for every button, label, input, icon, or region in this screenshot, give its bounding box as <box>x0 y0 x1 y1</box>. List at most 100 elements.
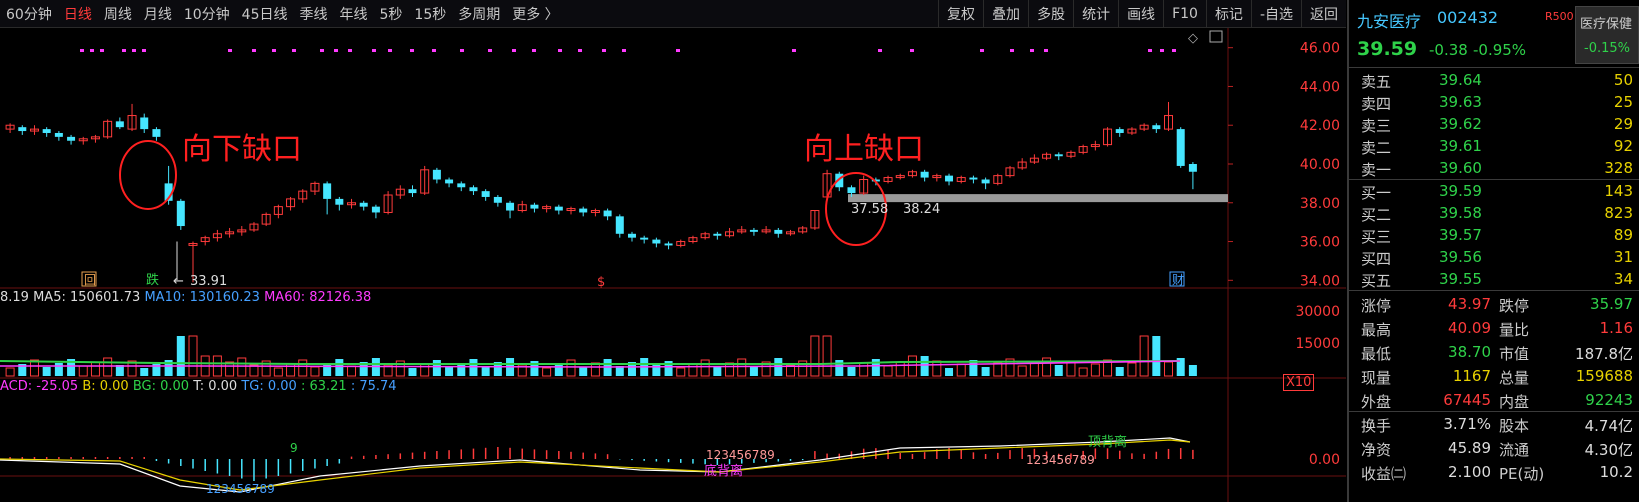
stat-value: 187.8亿 <box>1575 345 1633 363</box>
volume-bar <box>237 357 247 377</box>
period-tab[interactable]: 45日线 <box>236 0 294 27</box>
marker-die: 跌 <box>146 272 159 288</box>
volume-bar <box>566 359 576 377</box>
volume-bar <box>188 335 198 377</box>
sell-order-row[interactable]: 卖四 39.63 25 <box>1349 91 1639 113</box>
volume-bar <box>42 367 51 376</box>
gap-high-label: 38.24 <box>903 202 940 217</box>
volume-bar <box>432 360 441 376</box>
volume-bar <box>103 357 113 377</box>
kline-chart-area[interactable]: 46.00 44.00 42.00 40.00 38.00 36.00 34.00 33.91… <box>0 28 1346 502</box>
volume-bar <box>1078 367 1088 377</box>
sell-order-row[interactable]: 卖三 39.62 29 <box>1349 113 1639 135</box>
period-tab[interactable]: 月线 <box>138 0 178 27</box>
order-level-label: 买一 <box>1361 184 1392 202</box>
period-tabs: 60分钟 日线 周线 月线 10分钟 45日线 季线 年线 5秒 15秒 多周期 更多 〉 <box>0 0 565 27</box>
signal-dot <box>132 49 136 52</box>
signal-dot <box>348 49 352 52</box>
candle-body <box>603 210 612 217</box>
tool-button[interactable]: 多股 <box>1028 0 1073 27</box>
candle-body <box>176 200 185 227</box>
macd-dea-line <box>0 439 1191 491</box>
sell-order-row[interactable]: 卖一 39.60 328 <box>1349 157 1639 179</box>
period-tab[interactable]: 10分钟 <box>178 0 236 27</box>
buy-order-row[interactable]: 买二 39.58 823 <box>1349 202 1639 224</box>
stat-value: 3.71% <box>1443 415 1491 433</box>
kline-chart[interactable]: 46.00 44.00 42.00 40.00 38.00 36.00 34.00 33.91… <box>0 28 1346 502</box>
order-price: 39.60 <box>1439 159 1482 177</box>
sector-button[interactable]: 医疗保健 -0.15% <box>1575 6 1639 64</box>
candle-body <box>530 204 539 209</box>
volume-bar <box>700 359 710 377</box>
volume-bar <box>176 336 185 376</box>
signal-dot <box>602 49 606 52</box>
signal-dot <box>1160 49 1164 52</box>
stat-label: 内盘 <box>1499 393 1530 411</box>
candle-body <box>664 243 673 246</box>
candle-body <box>152 129 161 137</box>
buy-order-row[interactable]: 买四 39.56 31 <box>1349 246 1639 268</box>
sequence-label: 123456789 <box>206 482 275 496</box>
volume-bar <box>1090 363 1100 377</box>
sell-order-row[interactable]: 卖二 39.61 92 <box>1349 135 1639 157</box>
signal-dot <box>792 49 796 52</box>
tool-button[interactable]: 返回 <box>1301 0 1346 27</box>
volume-scale-badge: X10 <box>1283 374 1315 391</box>
signal-dot <box>1172 49 1176 52</box>
period-tab[interactable]: 15秒 <box>408 0 452 27</box>
period-tab[interactable]: 季线 <box>293 0 333 27</box>
stat-label: PE(动) <box>1499 465 1545 483</box>
period-tab[interactable]: 周线 <box>98 0 138 27</box>
volume-bar <box>835 360 844 376</box>
signal-dot <box>558 49 562 52</box>
tool-button[interactable]: F10 <box>1163 0 1206 27</box>
macd-v2: : 75.74 <box>350 379 397 394</box>
stat-label: 跌停 <box>1499 297 1530 315</box>
price-axis-label: 44.00 <box>1300 79 1340 95</box>
period-tab[interactable]: 日线 <box>58 0 98 27</box>
volume-bar <box>78 365 88 377</box>
order-price: 39.57 <box>1439 226 1482 244</box>
volume-bar <box>273 367 283 377</box>
stat-value: 92243 <box>1585 391 1633 409</box>
sell-orders: 卖五 39.64 50 卖四 39.63 25 卖三 39.62 29 卖二 39.61 92 卖一 39… <box>1349 69 1639 180</box>
period-tab[interactable]: 年线 <box>333 0 373 27</box>
stat-value: 35.97 <box>1590 295 1633 313</box>
bottom-divergence-label: 底背离 <box>704 463 743 479</box>
stat-value: 4.30亿 <box>1584 441 1633 459</box>
volume-bar <box>737 358 747 377</box>
candle-body <box>408 189 417 194</box>
price-axis-label: 40.00 <box>1300 157 1340 173</box>
tool-button[interactable]: 标记 <box>1205 0 1251 27</box>
tool-button[interactable]: 画线 <box>1118 0 1163 27</box>
stock-name[interactable]: 九安医疗 <box>1357 8 1421 32</box>
buy-order-row[interactable]: 买一 39.59 143 <box>1349 180 1639 202</box>
candle-body <box>554 206 563 211</box>
stat-label: 流通 <box>1499 441 1530 459</box>
macd-acd: ACD: -25.05 <box>0 379 79 394</box>
order-volume: 29 <box>1613 115 1633 133</box>
candle-body <box>640 237 649 240</box>
candle-body <box>969 177 978 180</box>
period-tab[interactable]: 多周期 <box>452 0 506 27</box>
candle-body <box>481 191 490 197</box>
signal-dot <box>676 49 680 52</box>
sell-order-row[interactable]: 卖五 39.64 50 <box>1349 69 1639 91</box>
buy-order-row[interactable]: 买五 39.55 34 <box>1349 268 1639 290</box>
period-tab[interactable]: 更多 〉 <box>506 0 564 27</box>
min-price-label: 33.91 <box>190 274 227 289</box>
tool-button[interactable]: 统计 <box>1073 0 1118 27</box>
tool-button[interactable]: 复权 <box>938 0 983 27</box>
signal-dot <box>1044 49 1048 52</box>
period-tab[interactable]: 60分钟 <box>0 0 58 27</box>
signal-dot <box>1030 49 1034 52</box>
buy-order-row[interactable]: 买三 39.57 89 <box>1349 224 1639 246</box>
signal-dot <box>578 49 582 52</box>
period-tab[interactable]: 5秒 <box>373 0 408 27</box>
tool-button[interactable]: 叠加 <box>983 0 1028 27</box>
sequence-label: 123456789 <box>706 448 775 462</box>
volume-bar <box>676 367 686 377</box>
tool-button[interactable]: -自选 <box>1250 0 1301 27</box>
order-level-label: 买五 <box>1361 272 1392 290</box>
ma60-label: MA60: <box>264 290 306 305</box>
